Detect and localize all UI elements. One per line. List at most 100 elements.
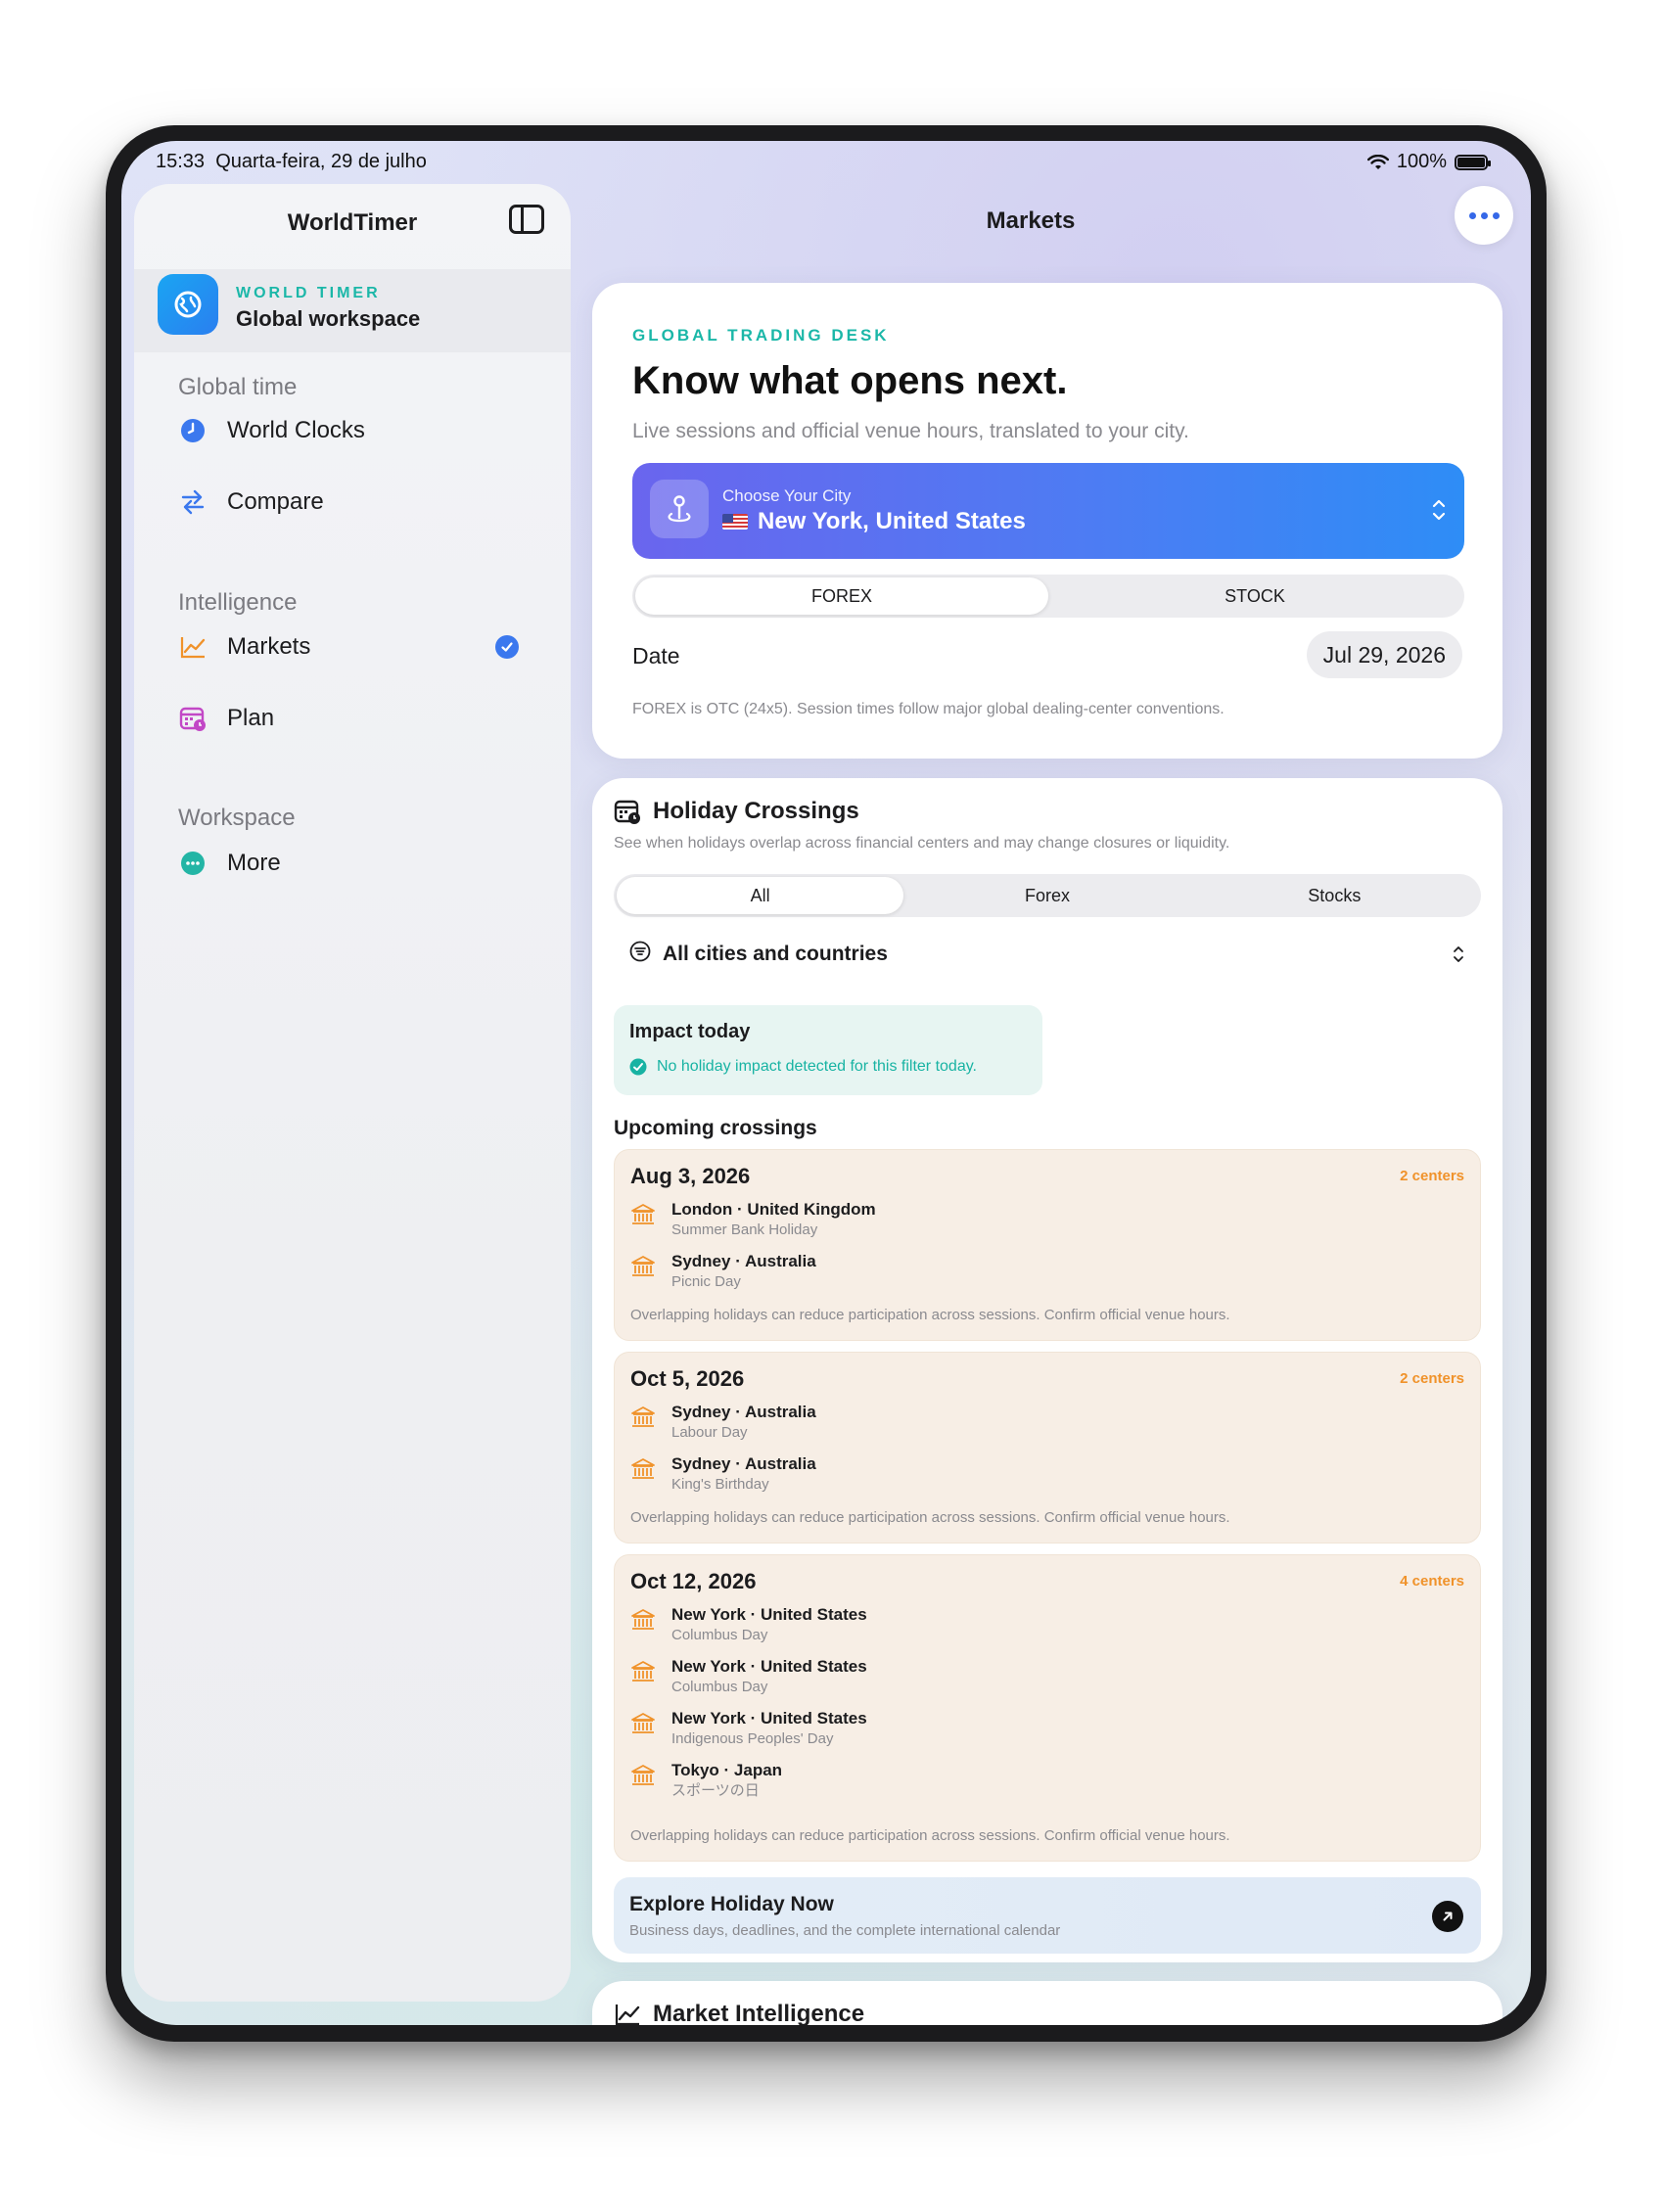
filter-all[interactable]: All	[617, 877, 904, 914]
crossing-card[interactable]: Oct 5, 2026 2 centers Sydney · Australia…	[614, 1352, 1481, 1544]
bank-icon	[630, 1453, 658, 1495]
bank-icon	[630, 1199, 658, 1240]
location-pin-icon	[650, 480, 709, 538]
crossing-count: 2 centers	[1400, 1370, 1464, 1387]
workspace-switcher[interactable]: WORLD TIMER Global workspace	[134, 269, 571, 352]
trading-desk-eyebrow: GLOBAL TRADING DESK	[632, 326, 890, 345]
bank-icon	[630, 1402, 658, 1443]
market-type-segmented-control: FOREX STOCK	[632, 575, 1464, 618]
impact-message-text: No holiday impact detected for this filt…	[657, 1058, 977, 1075]
impact-today-panel: Impact today No holiday impact detected …	[614, 1005, 1042, 1095]
crossing-place: Sydney · Australia	[671, 1252, 816, 1270]
chart-line-icon	[615, 2005, 640, 2025]
crossing-footer: Overlapping holidays can reduce particip…	[630, 1307, 1230, 1323]
impact-title: Impact today	[629, 1021, 751, 1042]
city-picker-button[interactable]: Choose Your City New York, United States	[632, 463, 1464, 559]
chevron-up-down-icon	[1452, 944, 1465, 971]
holiday-crossings-subtitle: See when holidays overlap across financi…	[614, 835, 1230, 852]
filter-stocks[interactable]: Stocks	[1191, 877, 1478, 914]
arrows-swap-icon	[178, 487, 208, 517]
crossing-card[interactable]: Aug 3, 2026 2 centers London · United Ki…	[614, 1149, 1481, 1341]
market-intelligence-card: Market Intelligence	[592, 1981, 1502, 2025]
status-time: 15:33	[156, 151, 206, 172]
clock-icon	[178, 416, 208, 445]
crossing-date: Oct 5, 2026	[630, 1366, 745, 1391]
bank-icon	[630, 1760, 658, 1801]
crossing-date: Aug 3, 2026	[630, 1164, 751, 1188]
status-date: Quarta-feira, 29 de julho	[215, 151, 427, 172]
sidebar-item-world-clocks[interactable]: World Clocks	[178, 406, 550, 455]
sidebar-item-label: World Clocks	[227, 417, 365, 443]
battery-level	[1457, 157, 1485, 167]
ellipsis-icon	[1468, 211, 1476, 219]
ellipsis-circle-icon	[178, 849, 208, 878]
crossing-entry: Sydney · Australia Labour Day	[630, 1402, 816, 1443]
city-label: Choose Your City	[722, 486, 852, 505]
battery-percent: 100%	[1396, 151, 1447, 172]
sidebar-item-markets[interactable]: Markets	[178, 622, 550, 671]
calendar-clock-icon	[614, 800, 640, 824]
crossing-entry: Sydney · Australia Picnic Day	[630, 1251, 816, 1292]
crossing-holiday: King's Birthday	[671, 1476, 769, 1493]
page-title: Markets	[986, 207, 1076, 234]
crossing-date: Oct 12, 2026	[630, 1569, 757, 1593]
crossing-entry: Tokyo · Japan スポーツの日	[630, 1760, 782, 1801]
sidebar-item-plan[interactable]: Plan	[178, 694, 550, 743]
bank-icon	[630, 1708, 658, 1749]
us-flag-icon	[722, 514, 748, 530]
crossing-holiday: Labour Day	[671, 1424, 748, 1441]
market-intelligence-title: Market Intelligence	[653, 2001, 865, 2025]
status-bar-right: 100%	[1366, 151, 1491, 173]
globe-icon	[158, 274, 218, 335]
upcoming-crossings-label: Upcoming crossings	[614, 1117, 817, 1139]
sidebar-item-more[interactable]: More	[178, 839, 550, 888]
date-label: Date	[632, 643, 680, 668]
crossing-place: Sydney · Australia	[671, 1403, 816, 1421]
sidebar-item-label: More	[227, 850, 281, 876]
sidebar-toggle-icon[interactable]	[509, 205, 544, 234]
trading-desk-card: GLOBAL TRADING DESK Know what opens next…	[592, 283, 1502, 759]
crossing-holiday: Picnic Day	[671, 1273, 741, 1290]
wifi-icon	[1366, 154, 1389, 169]
date-picker-button[interactable]: Jul 29, 2026	[1306, 631, 1462, 678]
workspace-tag: WORLD TIMER	[236, 285, 381, 301]
crossing-holiday: Indigenous Peoples' Day	[671, 1730, 834, 1747]
crossing-entry: New York · United States Columbus Day	[630, 1604, 867, 1645]
section-intelligence: Intelligence	[178, 589, 298, 616]
battery-icon	[1455, 154, 1491, 170]
crossing-place: Sydney · Australia	[671, 1454, 816, 1473]
crossing-holiday: Columbus Day	[671, 1679, 768, 1695]
section-workspace: Workspace	[178, 805, 296, 831]
tab-stock[interactable]: STOCK	[1048, 577, 1461, 615]
impact-message: No holiday impact detected for this filt…	[629, 1058, 977, 1076]
explore-subtitle: Business days, deadlines, and the comple…	[629, 1922, 1061, 1939]
screen: 15:33 Quarta-feira, 29 de julho 100% Wor…	[121, 141, 1531, 2025]
trading-desk-headline: Know what opens next.	[632, 359, 1068, 402]
sidebar-item-compare[interactable]: Compare	[178, 478, 550, 527]
check-seal-icon	[629, 1058, 647, 1076]
crossing-entry: Sydney · Australia King's Birthday	[630, 1453, 816, 1495]
crossing-footer: Overlapping holidays can reduce particip…	[630, 1827, 1230, 1844]
filter-forex[interactable]: Forex	[903, 877, 1190, 914]
crossing-card[interactable]: Oct 12, 2026 4 centers New York · United…	[614, 1554, 1481, 1862]
status-bar-time: 15:33 Quarta-feira, 29 de julho	[156, 151, 427, 173]
crossing-place: London · United Kingdom	[671, 1200, 876, 1219]
location-filter-picker[interactable]: All cities and countries	[614, 935, 1481, 974]
explore-holiday-button[interactable]: Explore Holiday Now Business days, deadl…	[614, 1877, 1481, 1954]
crossing-place: New York · United States	[671, 1709, 867, 1728]
holiday-crossings-title: Holiday Crossings	[653, 798, 859, 824]
city-value: New York, United States	[722, 508, 1026, 535]
more-options-button[interactable]	[1455, 186, 1513, 245]
filter-icon	[629, 941, 651, 968]
bank-icon	[630, 1251, 658, 1292]
chart-line-icon	[178, 632, 208, 662]
tab-forex[interactable]: FOREX	[635, 577, 1048, 615]
crossing-holiday: Columbus Day	[671, 1627, 768, 1643]
crossing-count: 2 centers	[1400, 1168, 1464, 1184]
location-filter-value: All cities and countries	[663, 943, 888, 965]
section-global-time: Global time	[178, 374, 298, 400]
crossing-footer: Overlapping holidays can reduce particip…	[630, 1509, 1230, 1526]
crossing-place: Tokyo · Japan	[671, 1761, 783, 1779]
sidebar-item-label: Plan	[227, 705, 275, 731]
trading-desk-subtitle: Live sessions and official venue hours, …	[632, 420, 1189, 442]
